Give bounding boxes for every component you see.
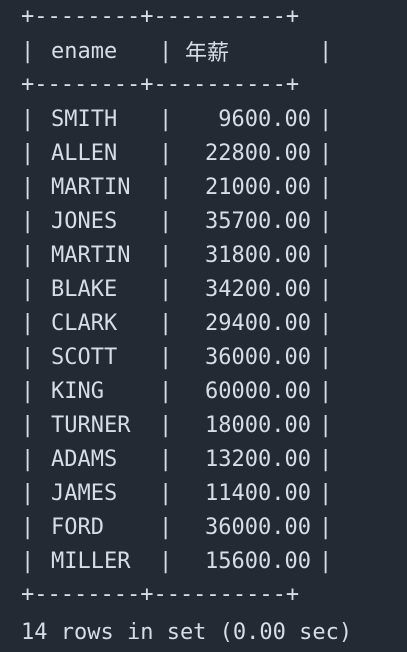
cell-annual-salary: 29400.00 [205,310,311,336]
cell-ename: KING [51,378,104,404]
column-separator: | [319,174,333,200]
cell-ename: BLAKE [51,276,118,302]
header-ename: ename [51,38,118,64]
cell-ename: ALLEN [51,140,118,166]
column-separator: | [159,276,173,302]
column-separator: | [319,378,333,404]
column-separator: | [319,38,333,64]
column-separator: | [159,208,173,234]
cell-ename: JONES [51,208,118,234]
table-row: | CLARK | 29400.00 | [21,306,407,340]
table-row: | BLAKE | 34200.00 | [21,272,407,306]
cell-annual-salary: 34200.00 [205,276,311,302]
cell-annual-salary: 36000.00 [205,514,311,540]
header-annual-salary: 年薪 [185,41,230,66]
column-separator: | [319,412,333,438]
table-row: | ADAMS | 13200.00 | [21,442,407,476]
column-separator: | [159,548,173,574]
column-separator: | [319,344,333,370]
cell-annual-salary: 31800.00 [205,242,311,268]
column-separator: | [159,106,173,132]
table-header-border: +--------+----------+ [21,72,300,97]
table-row: | SMITH | 9600.00 | [21,102,407,136]
column-separator: | [21,378,35,404]
column-separator: | [159,514,173,540]
column-separator: | [159,242,173,268]
column-separator: | [319,548,333,574]
cell-annual-salary: 21000.00 [205,174,311,200]
table-header-row: | ename | 年薪 | [21,34,407,68]
cell-annual-salary: 36000.00 [205,344,311,370]
table-row: | MILLER | 15600.00 | [21,544,407,578]
column-separator: | [159,310,173,336]
cell-ename: MARTIN [51,174,131,200]
column-separator: | [319,106,333,132]
column-separator: | [21,140,35,166]
column-separator: | [319,514,333,540]
column-separator: | [21,106,35,132]
column-separator: | [21,276,35,302]
cell-ename: ADAMS [51,446,118,472]
column-separator: | [319,242,333,268]
cell-ename: SCOTT [51,344,118,370]
cell-annual-salary: 22800.00 [205,140,311,166]
cell-annual-salary: 13200.00 [205,446,311,472]
cell-annual-salary: 35700.00 [205,208,311,234]
column-separator: | [159,446,173,472]
cell-ename: MILLER [51,548,131,574]
cell-ename: TURNER [51,412,131,438]
column-separator: | [319,446,333,472]
table-row: | KING | 60000.00 | [21,374,407,408]
cell-ename: SMITH [51,106,118,132]
column-separator: | [21,310,35,336]
table-top-border: +--------+----------+ [21,4,300,29]
table-row: | MARTIN | 21000.00 | [21,170,407,204]
column-separator: | [21,412,35,438]
table-bottom-border: +--------+----------+ [21,582,300,607]
cell-annual-salary: 9600.00 [218,106,311,132]
table-row: | FORD | 36000.00 | [21,510,407,544]
cell-ename: CLARK [51,310,118,336]
column-separator: | [159,174,173,200]
column-separator: | [319,208,333,234]
column-separator: | [21,174,35,200]
column-separator: | [21,514,35,540]
column-separator: | [21,344,35,370]
cell-annual-salary: 18000.00 [205,412,311,438]
column-separator: | [319,310,333,336]
cell-ename: MARTIN [51,242,131,268]
table-row: | TURNER | 18000.00 | [21,408,407,442]
column-separator: | [159,140,173,166]
cell-ename: JAMES [51,480,118,506]
table-row: | ALLEN | 22800.00 | [21,136,407,170]
column-separator: | [159,480,173,506]
column-separator: | [21,242,35,268]
column-separator: | [21,480,35,506]
cell-annual-salary: 15600.00 [205,548,311,574]
result-status: 14 rows in set (0.00 sec) [21,620,353,645]
column-separator: | [319,276,333,302]
column-separator: | [159,378,173,404]
cell-annual-salary: 11400.00 [205,480,311,506]
column-separator: | [319,140,333,166]
terminal-output: +--------+----------+ | ename | 年薪 | +--… [0,0,407,652]
table-row: | JAMES | 11400.00 | [21,476,407,510]
column-separator: | [21,38,35,64]
column-separator: | [21,548,35,574]
column-separator: | [159,344,173,370]
table-body: | SMITH | 9600.00 | | ALLEN | 22800.00 | | MARTIN | 2… [21,102,407,578]
cell-ename: FORD [51,514,104,540]
table-row: | SCOTT | 36000.00 | [21,340,407,374]
table-row: | MARTIN | 31800.00 | [21,238,407,272]
column-separator: | [159,412,173,438]
column-separator: | [21,446,35,472]
cell-annual-salary: 60000.00 [205,378,311,404]
column-separator: | [159,38,173,64]
column-separator: | [319,480,333,506]
column-separator: | [21,208,35,234]
table-row: | JONES | 35700.00 | [21,204,407,238]
